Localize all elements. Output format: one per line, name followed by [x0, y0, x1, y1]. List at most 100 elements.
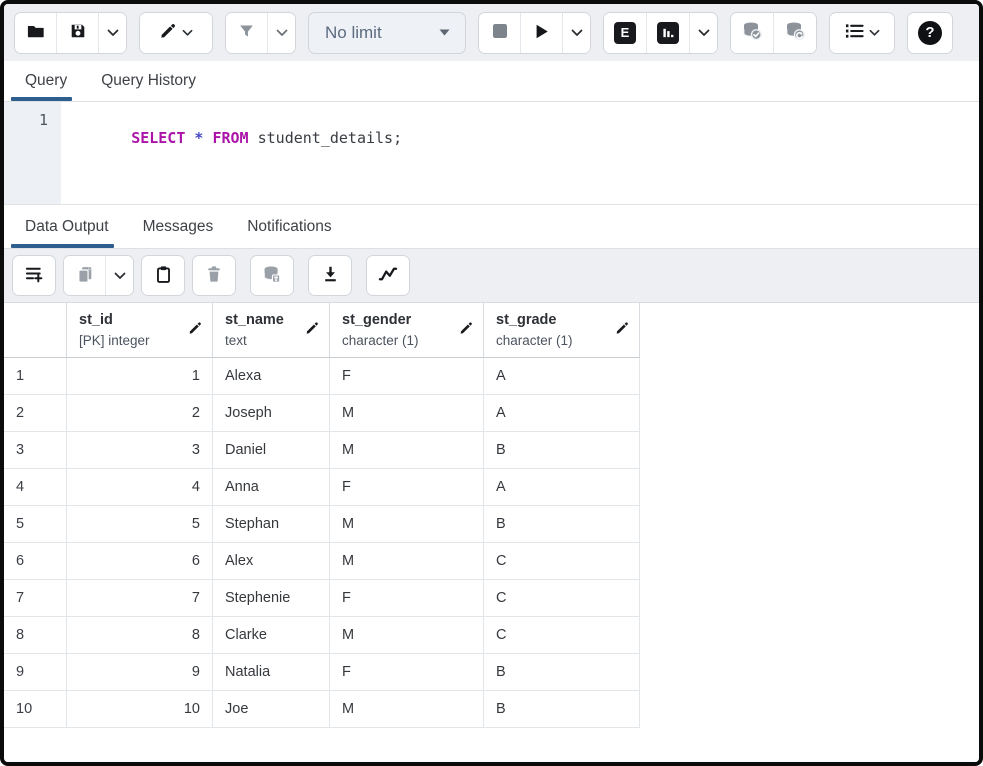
- data-cell-st_id[interactable]: 6: [67, 543, 213, 580]
- sql-editor[interactable]: 1 SELECT * FROM student_details;: [4, 102, 979, 205]
- save-dropdown-button[interactable]: [99, 12, 126, 53]
- column-header-st_grade[interactable]: st_grade character (1): [484, 303, 640, 358]
- data-cell-st_gender[interactable]: M: [330, 395, 484, 432]
- data-cell-st_gender[interactable]: F: [330, 469, 484, 506]
- row-number-cell[interactable]: 9: [4, 654, 67, 691]
- data-cell-st_id[interactable]: 8: [67, 617, 213, 654]
- data-cell-st_grade[interactable]: A: [484, 395, 640, 432]
- filter-dropdown-button[interactable]: [268, 12, 295, 53]
- row-number-cell[interactable]: 3: [4, 432, 67, 469]
- data-cell-st_grade[interactable]: C: [484, 617, 640, 654]
- data-cell-st_gender[interactable]: F: [330, 654, 484, 691]
- edit-column-icon[interactable]: [607, 321, 629, 340]
- row-number-cell[interactable]: 1: [4, 358, 67, 395]
- data-cell-st_grade[interactable]: B: [484, 691, 640, 728]
- row-number-cell[interactable]: 4: [4, 469, 67, 506]
- sql-code-area[interactable]: SELECT * FROM student_details;: [61, 102, 402, 204]
- data-cell-st_gender[interactable]: F: [330, 580, 484, 617]
- column-header-st_id[interactable]: st_id [PK] integer: [67, 303, 213, 358]
- tab-data-output[interactable]: Data Output: [8, 205, 126, 248]
- table-row: 8 8 Clarke M C: [4, 617, 979, 654]
- rollback-button[interactable]: [774, 12, 816, 53]
- row-number-header[interactable]: [4, 303, 67, 358]
- save-results-to-file-button[interactable]: [309, 256, 351, 295]
- cancel-query-button[interactable]: [479, 12, 521, 53]
- tab-notifications[interactable]: Notifications: [230, 205, 348, 248]
- data-cell-st_grade[interactable]: C: [484, 580, 640, 617]
- data-cell-st_name[interactable]: Joseph: [213, 395, 330, 432]
- download-group: [308, 255, 352, 296]
- tab-messages[interactable]: Messages: [126, 205, 231, 248]
- chevron-down-icon: [114, 272, 126, 280]
- data-cell-st_id[interactable]: 2: [67, 395, 213, 432]
- data-cell-st_gender[interactable]: M: [330, 691, 484, 728]
- execute-query-button[interactable]: [521, 12, 563, 53]
- row-number-cell[interactable]: 5: [4, 506, 67, 543]
- filter-button[interactable]: [226, 12, 268, 53]
- data-cell-st_gender[interactable]: M: [330, 543, 484, 580]
- data-cell-st_id[interactable]: 4: [67, 469, 213, 506]
- data-cell-st_gender[interactable]: M: [330, 506, 484, 543]
- graph-visualiser-button[interactable]: [367, 256, 409, 295]
- row-limit-select[interactable]: No limit: [308, 11, 466, 54]
- add-row-button[interactable]: [13, 256, 55, 295]
- data-cell-st_id[interactable]: 7: [67, 580, 213, 617]
- paste-button[interactable]: [142, 256, 184, 295]
- data-cell-st_gender[interactable]: F: [330, 358, 484, 395]
- data-cell-st_name[interactable]: Alex: [213, 543, 330, 580]
- row-number-cell[interactable]: 2: [4, 395, 67, 432]
- data-cell-st_gender[interactable]: M: [330, 617, 484, 654]
- explain-dropdown-button[interactable]: [690, 12, 717, 53]
- edit-column-icon[interactable]: [180, 321, 202, 340]
- row-number-cell[interactable]: 8: [4, 617, 67, 654]
- row-number-cell[interactable]: 6: [4, 543, 67, 580]
- tab-data-output-label: Data Output: [25, 217, 109, 235]
- copy-button[interactable]: [64, 256, 106, 295]
- column-type: character (1): [342, 333, 419, 349]
- data-cell-st_grade[interactable]: A: [484, 358, 640, 395]
- data-cell-st_grade[interactable]: A: [484, 469, 640, 506]
- delete-row-button[interactable]: [193, 256, 235, 295]
- row-number-cell[interactable]: 10: [4, 691, 67, 728]
- save-data-changes-button[interactable]: [251, 256, 293, 295]
- execute-dropdown-button[interactable]: [563, 12, 590, 53]
- data-cell-st_id[interactable]: 10: [67, 691, 213, 728]
- copy-dropdown-button[interactable]: [106, 256, 133, 295]
- data-cell-st_name[interactable]: Clarke: [213, 617, 330, 654]
- data-cell-st_grade[interactable]: B: [484, 654, 640, 691]
- data-cell-st_name[interactable]: Daniel: [213, 432, 330, 469]
- column-header-st_name[interactable]: st_name text: [213, 303, 330, 358]
- explain-analyze-button[interactable]: [647, 12, 690, 53]
- tab-query[interactable]: Query: [8, 61, 84, 101]
- edit-dropdown-button[interactable]: [140, 12, 212, 53]
- column-name: st_id: [79, 312, 113, 329]
- data-cell-st_name[interactable]: Anna: [213, 469, 330, 506]
- open-file-button[interactable]: [15, 12, 57, 53]
- sql-token: SELECT: [131, 129, 186, 147]
- data-cell-st_name[interactable]: Stephan: [213, 506, 330, 543]
- column-header-st_gender[interactable]: st_gender character (1): [330, 303, 484, 358]
- data-cell-st_id[interactable]: 1: [67, 358, 213, 395]
- macros-dropdown-button[interactable]: [830, 12, 894, 53]
- edit-column-icon[interactable]: [451, 321, 473, 340]
- tab-query-history[interactable]: Query History: [84, 61, 213, 101]
- commit-button[interactable]: [731, 12, 774, 53]
- table-row: 2 2 Joseph M A: [4, 395, 979, 432]
- data-cell-st_name[interactable]: Natalia: [213, 654, 330, 691]
- data-cell-st_grade[interactable]: B: [484, 506, 640, 543]
- data-cell-st_id[interactable]: 3: [67, 432, 213, 469]
- edit-column-icon[interactable]: [297, 321, 319, 340]
- explain-button[interactable]: E: [604, 12, 647, 53]
- column-type: [PK] integer: [79, 333, 150, 349]
- save-button[interactable]: [57, 12, 99, 53]
- help-button[interactable]: ?: [908, 12, 952, 53]
- data-cell-st_grade[interactable]: B: [484, 432, 640, 469]
- data-cell-st_name[interactable]: Stephenie: [213, 580, 330, 617]
- data-cell-st_gender[interactable]: M: [330, 432, 484, 469]
- data-cell-st_grade[interactable]: C: [484, 543, 640, 580]
- data-cell-st_name[interactable]: Joe: [213, 691, 330, 728]
- data-cell-st_id[interactable]: 9: [67, 654, 213, 691]
- data-cell-st_name[interactable]: Alexa: [213, 358, 330, 395]
- data-cell-st_id[interactable]: 5: [67, 506, 213, 543]
- row-number-cell[interactable]: 7: [4, 580, 67, 617]
